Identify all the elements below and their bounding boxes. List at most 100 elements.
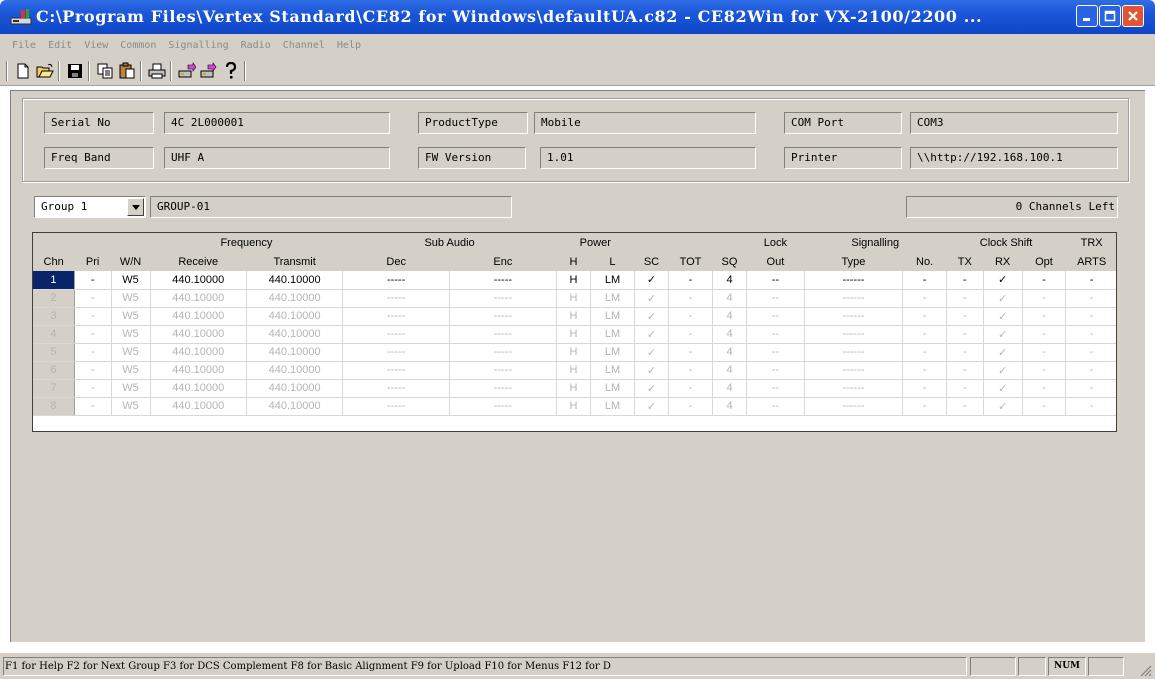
channel-cell[interactable]: ------ (804, 271, 904, 290)
chevron-down-icon[interactable] (127, 198, 144, 216)
channel-cell[interactable]: W5 (111, 343, 151, 362)
channel-cell[interactable]: - (902, 307, 947, 326)
channel-cell[interactable]: - (668, 307, 713, 326)
channel-cell[interactable]: 440.10000 (150, 271, 247, 290)
channel-cell[interactable]: - (946, 289, 984, 308)
channel-row[interactable]: 4- W5 440.10000 440.10000 ----- ----- H LM ✓ -4 --… (33, 325, 1116, 344)
close-button[interactable] (1122, 5, 1144, 27)
channel-cell[interactable]: 4 (712, 307, 748, 326)
channel-cell[interactable]: LM (590, 307, 635, 326)
channel-cell[interactable]: ✓ (983, 379, 1023, 398)
channel-cell[interactable]: LM (590, 325, 635, 344)
channel-cell[interactable]: - (74, 271, 112, 290)
channel-cell[interactable]: - (1065, 379, 1116, 398)
menu-common[interactable]: Common (120, 40, 156, 51)
channel-cell[interactable]: H (556, 271, 592, 290)
minimize-button[interactable] (1076, 5, 1098, 27)
channel-cell[interactable]: 440.10000 (246, 307, 344, 326)
channel-cell[interactable]: - (946, 307, 984, 326)
channel-cell[interactable]: - (1022, 307, 1067, 326)
channel-cell[interactable]: ----- (449, 379, 557, 398)
channel-cell[interactable]: ----- (449, 325, 557, 344)
channel-cell[interactable]: - (74, 289, 112, 308)
channel-cell[interactable]: 440.10000 (246, 271, 344, 290)
channel-cell[interactable]: - (74, 379, 112, 398)
channel-cell[interactable]: - (1022, 379, 1067, 398)
channel-cell[interactable]: - (668, 271, 713, 290)
channel-cell[interactable]: - (902, 361, 947, 380)
channel-cell[interactable]: -- (746, 397, 805, 416)
channel-cell[interactable]: ✓ (634, 271, 670, 290)
channel-number-cell[interactable]: 1 (33, 271, 75, 290)
channel-cell[interactable]: ✓ (634, 289, 670, 308)
save-icon[interactable] (66, 62, 84, 80)
channel-cell[interactable]: W5 (111, 307, 151, 326)
channel-cell[interactable]: H (556, 379, 592, 398)
channel-cell[interactable]: ✓ (634, 307, 670, 326)
group-select[interactable]: Group 1 (34, 196, 146, 218)
channel-cell[interactable]: 4 (712, 397, 748, 416)
channel-number-cell[interactable]: 2 (33, 289, 75, 308)
channel-cell[interactable]: 440.10000 (246, 343, 344, 362)
channel-cell[interactable]: -- (746, 307, 805, 326)
channel-cell[interactable]: - (74, 307, 112, 326)
channel-cell[interactable]: - (1022, 397, 1067, 416)
channel-cell[interactable]: - (1065, 397, 1116, 416)
channel-cell[interactable]: H (556, 325, 592, 344)
channel-cell[interactable]: ------ (804, 307, 904, 326)
menu-channel[interactable]: Channel (283, 40, 325, 51)
channel-number-cell[interactable]: 4 (33, 325, 75, 344)
channel-cell[interactable]: - (946, 343, 984, 362)
channel-cell[interactable]: W5 (111, 289, 151, 308)
new-icon[interactable] (14, 62, 32, 80)
channel-cell[interactable]: ------ (804, 289, 904, 308)
menu-view[interactable]: View (84, 40, 108, 51)
channel-cell[interactable]: - (1065, 361, 1116, 380)
channel-cell[interactable]: ------ (804, 325, 904, 344)
channel-cell[interactable]: - (1022, 325, 1067, 344)
channel-number-cell[interactable]: 8 (33, 397, 75, 416)
channel-cell[interactable]: 440.10000 (246, 379, 344, 398)
channel-cell[interactable]: ----- (342, 379, 451, 398)
channel-cell[interactable]: ✓ (983, 325, 1023, 344)
channel-cell[interactable]: W5 (111, 325, 151, 344)
channel-cell[interactable]: 440.10000 (150, 343, 247, 362)
channel-cell[interactable]: 440.10000 (150, 361, 247, 380)
channel-cell[interactable]: LM (590, 289, 635, 308)
channel-cell[interactable]: W5 (111, 379, 151, 398)
channel-cell[interactable]: 440.10000 (246, 397, 344, 416)
channel-cell[interactable]: ------ (804, 343, 904, 362)
channel-cell[interactable]: - (902, 379, 947, 398)
channel-cell[interactable]: - (946, 379, 984, 398)
maximize-button[interactable] (1099, 5, 1121, 27)
channel-cell[interactable]: LM (590, 271, 635, 290)
channel-cell[interactable]: - (902, 325, 947, 344)
channel-cell[interactable]: ✓ (983, 343, 1023, 362)
menu-help[interactable]: Help (337, 40, 361, 51)
channel-cell[interactable]: ----- (342, 397, 451, 416)
channel-cell[interactable]: ------ (804, 361, 904, 380)
resize-grip-icon[interactable] (1138, 663, 1152, 677)
copy-icon[interactable] (96, 62, 114, 80)
channel-cell[interactable]: ----- (449, 271, 557, 290)
paste-icon[interactable] (118, 62, 136, 80)
channel-cell[interactable]: H (556, 361, 592, 380)
channel-cell[interactable]: 440.10000 (150, 307, 247, 326)
channel-cell[interactable]: 440.10000 (246, 325, 344, 344)
channel-cell[interactable]: - (74, 397, 112, 416)
channel-cell[interactable]: ----- (342, 289, 451, 308)
channel-cell[interactable]: ----- (342, 343, 451, 362)
channel-cell[interactable]: - (1065, 307, 1116, 326)
open-icon[interactable] (36, 62, 54, 80)
channel-cell[interactable]: 4 (712, 289, 748, 308)
channel-cell[interactable]: W5 (111, 361, 151, 380)
print-icon[interactable] (148, 62, 166, 80)
channel-cell[interactable]: W5 (111, 397, 151, 416)
channel-cell[interactable]: -- (746, 289, 805, 308)
channel-cell[interactable]: - (668, 379, 713, 398)
channel-cell[interactable]: H (556, 289, 592, 308)
channel-cell[interactable]: LM (590, 343, 635, 362)
channel-cell[interactable]: ✓ (634, 361, 670, 380)
channel-number-cell[interactable]: 5 (33, 343, 75, 362)
channel-cell[interactable]: - (946, 325, 984, 344)
